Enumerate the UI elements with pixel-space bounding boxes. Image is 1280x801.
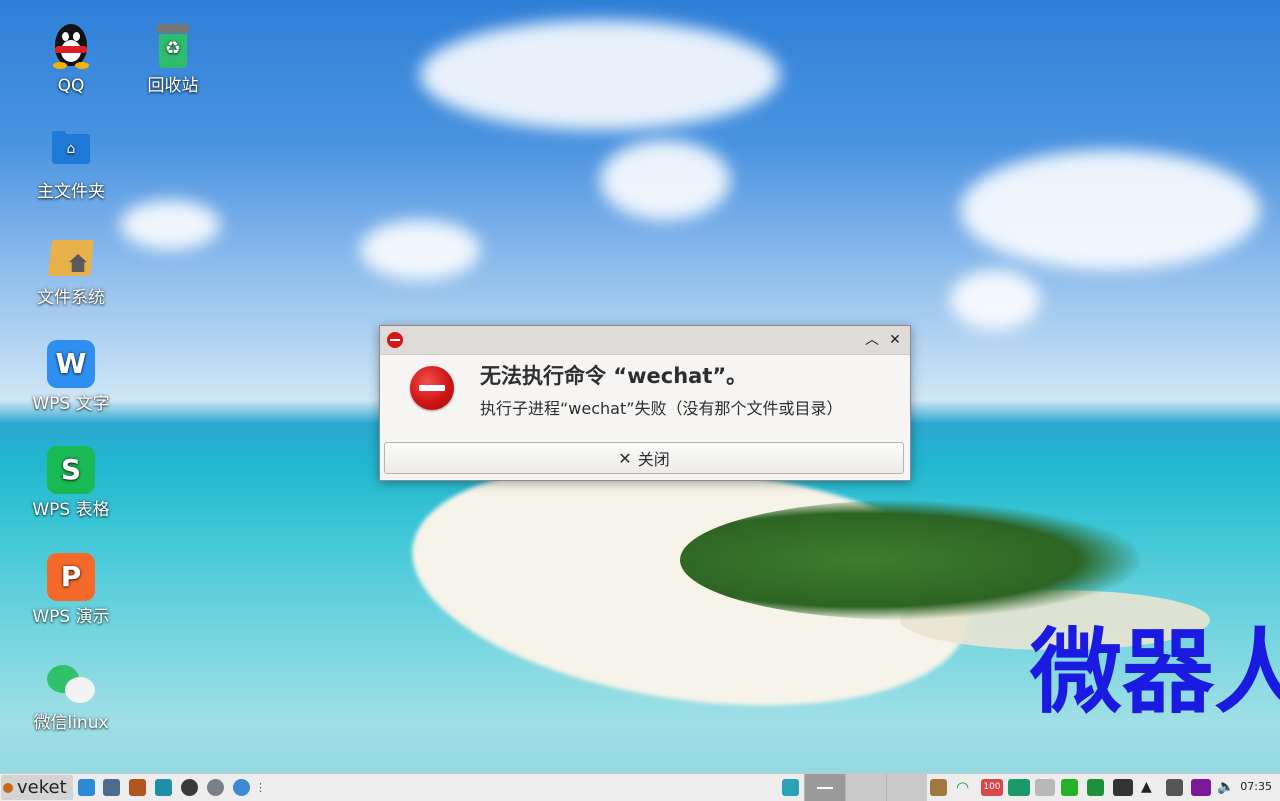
error-stop-icon: [410, 366, 454, 410]
battery-label: 100: [983, 782, 1001, 792]
start-menu-label: veket: [17, 777, 67, 798]
cloud: [950, 270, 1040, 330]
volume-icon[interactable]: 🔈: [1217, 779, 1234, 796]
drive-icon[interactable]: [1035, 779, 1055, 796]
browser-globe-icon[interactable]: [233, 779, 250, 796]
desktop-icon-recycle-bin[interactable]: ♻ 回收站: [113, 22, 233, 96]
close-icon: ✕: [618, 448, 632, 468]
battery-icon[interactable]: 100: [981, 779, 1003, 796]
desktop-icon-label: 回收站: [147, 76, 199, 96]
clipboard-icon[interactable]: [930, 779, 947, 796]
task-slot-active[interactable]: [804, 774, 845, 801]
desktop-icon-label: 文件系统: [37, 288, 105, 308]
cloud: [360, 220, 480, 280]
start-menu-button[interactable]: veket: [1, 775, 73, 800]
cloud: [120, 200, 220, 250]
island-trees: [680, 500, 1140, 620]
desktop-icon-label: WPS 文字: [32, 394, 110, 414]
cpu-monitor-icon[interactable]: [1008, 779, 1030, 796]
home-folder-icon: ⌂: [47, 128, 95, 176]
show-desktop-icon[interactable]: [78, 779, 95, 796]
desktop-icon-wps-writer[interactable]: W WPS 文字: [11, 340, 131, 414]
close-button[interactable]: ✕ 关闭: [384, 442, 904, 474]
keyboard-icon[interactable]: [1113, 779, 1133, 796]
desktop-icon-label: 主文件夹: [37, 182, 105, 202]
desktop-icon-wechat-linux[interactable]: 微信linux: [11, 659, 131, 733]
more-icon[interactable]: ⋮: [255, 779, 266, 796]
desktop-icon-wps-presentation[interactable]: P WPS 演示: [11, 553, 131, 627]
desktop-icon-wps-spreadsheet[interactable]: S WPS 表格: [11, 446, 131, 520]
chevron-up-icon: ︿: [865, 332, 879, 348]
network-tool-icon[interactable]: [782, 779, 799, 796]
close-window-button[interactable]: ✕: [885, 330, 905, 350]
cloud: [600, 140, 730, 220]
desktop-icon-label: WPS 演示: [32, 607, 110, 627]
task-slot[interactable]: [845, 774, 886, 801]
wps-presentation-icon: P: [47, 553, 95, 601]
error-dialog: ︿ ✕ 无法执行命令 “wechat”。 执行子进程“wechat”失败（没有那…: [379, 325, 911, 481]
wps-writer-icon: W: [47, 340, 95, 388]
taskbar: veket ⋮ ◠ 100 ▲ 🔈 07:35: [0, 773, 1280, 801]
settings-gear-icon[interactable]: [207, 779, 224, 796]
qq-penguin-icon: [47, 22, 95, 70]
task-slot[interactable]: [886, 774, 927, 801]
cloud: [960, 150, 1260, 270]
wechat-icon: [47, 659, 95, 707]
power-icon[interactable]: [1166, 779, 1183, 796]
bell-icon[interactable]: ▲: [1141, 779, 1158, 796]
minimize-button[interactable]: ︿: [862, 330, 882, 350]
dialog-heading: 无法执行命令 “wechat”。: [480, 364, 748, 388]
input-method-icon[interactable]: [1191, 779, 1211, 796]
watermark-text: 微器人: [1030, 619, 1280, 726]
close-icon: ✕: [889, 332, 901, 348]
database-icon[interactable]: [1061, 779, 1078, 796]
clock[interactable]: 07:35: [1240, 780, 1272, 793]
screenshot-icon[interactable]: [103, 779, 120, 796]
desktop-icon-label: WPS 表格: [32, 500, 110, 520]
desktop-icon-file-system[interactable]: 文件系统: [11, 234, 131, 308]
veket-logo-icon: [3, 782, 13, 793]
media-player-icon[interactable]: [181, 779, 198, 796]
folder-icon[interactable]: [155, 779, 172, 796]
dialog-message: 执行子进程“wechat”失败（没有那个文件或目录）: [480, 399, 843, 418]
hammer-icon[interactable]: [129, 779, 146, 796]
dialog-titlebar[interactable]: ︿ ✕: [380, 326, 910, 355]
recycle-bin-icon: ♻: [149, 22, 197, 70]
wifi-icon[interactable]: ◠: [956, 779, 973, 796]
close-button-label: 关闭: [637, 450, 670, 469]
shield-icon[interactable]: [1087, 779, 1104, 796]
file-system-icon: [47, 234, 95, 282]
cloud: [420, 20, 780, 130]
desktop-icon-home-folder[interactable]: ⌂ 主文件夹: [11, 128, 131, 202]
wps-spreadsheet-icon: S: [47, 446, 95, 494]
error-small-icon: [387, 332, 403, 348]
desktop-icon-label: 微信linux: [33, 713, 109, 733]
